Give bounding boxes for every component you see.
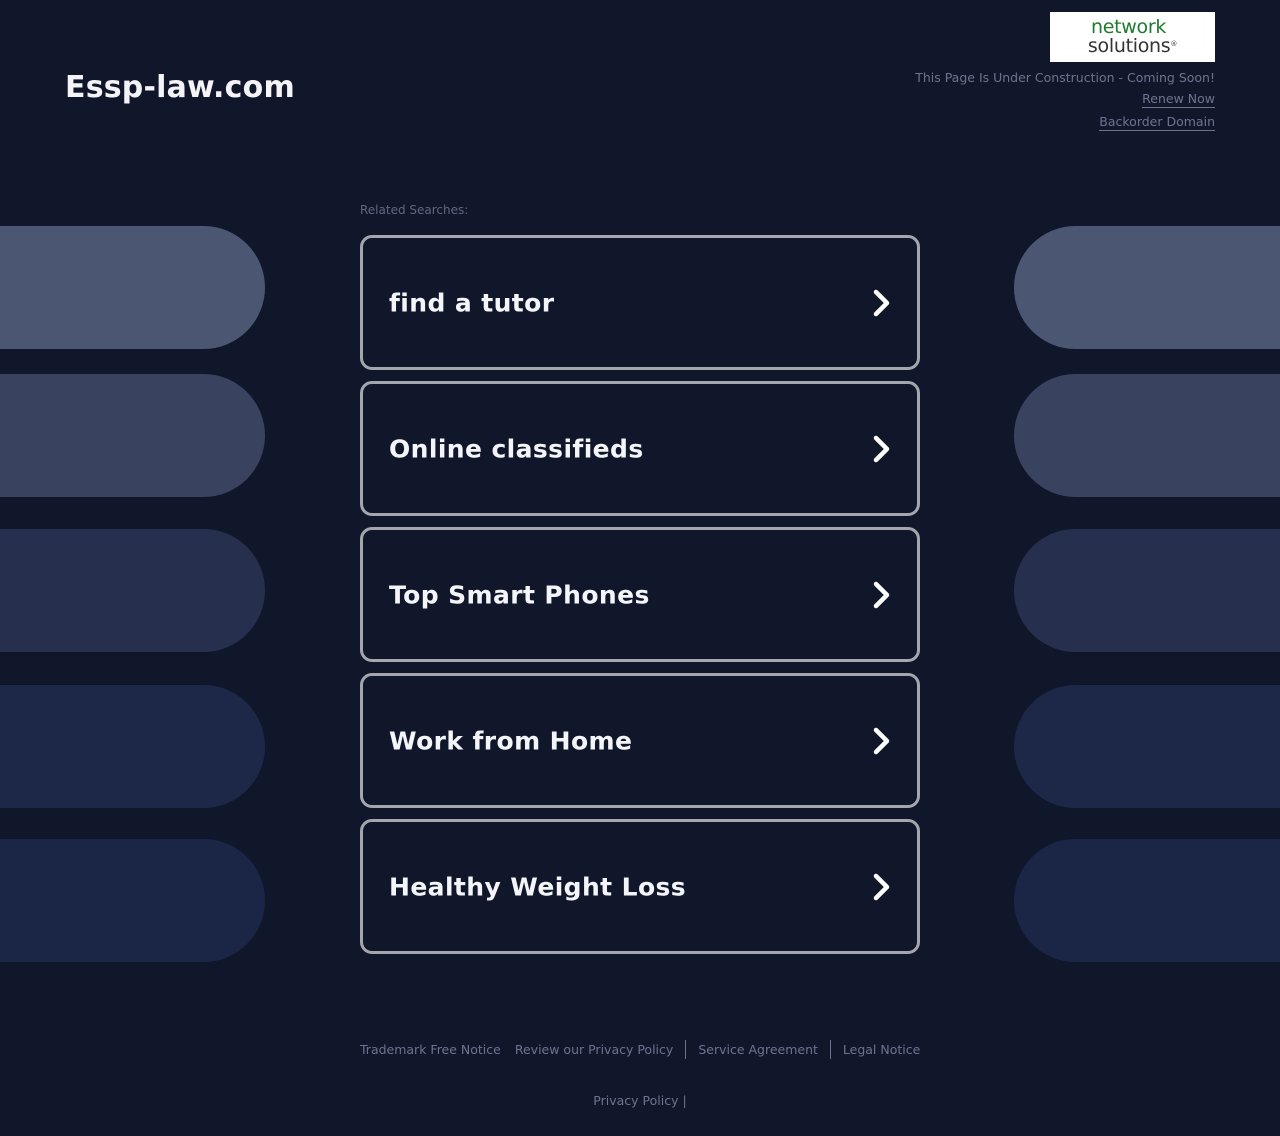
construction-notice: This Page Is Under Construction - Coming… bbox=[915, 70, 1215, 85]
service-agreement-link[interactable]: Service Agreement bbox=[698, 1042, 818, 1057]
decor-pill-left-5 bbox=[0, 839, 265, 962]
search-card-label: find a tutor bbox=[389, 288, 555, 317]
chevron-right-icon bbox=[873, 727, 890, 754]
footer-privacy: Privacy Policy | bbox=[0, 1093, 1280, 1108]
decor-pill-left-4 bbox=[0, 685, 265, 808]
search-card-label: Online classifieds bbox=[389, 434, 644, 463]
search-card-healthy-weight-loss[interactable]: Healthy Weight Loss bbox=[360, 819, 920, 954]
review-privacy-policy-link[interactable]: Review our Privacy Policy bbox=[515, 1042, 673, 1057]
footer-divider bbox=[829, 1040, 831, 1059]
chevron-right-icon bbox=[873, 873, 890, 900]
search-card-find-a-tutor[interactable]: find a tutor bbox=[360, 235, 920, 370]
search-card-label: Healthy Weight Loss bbox=[389, 872, 687, 901]
decor-pill-right-2 bbox=[1014, 374, 1280, 497]
decor-pill-left-3 bbox=[0, 529, 265, 652]
search-card-label: Work from Home bbox=[389, 726, 633, 755]
search-card-top-smart-phones[interactable]: Top Smart Phones bbox=[360, 527, 920, 662]
trademark-free-notice-link[interactable]: Trademark Free Notice bbox=[360, 1042, 501, 1057]
decor-pill-right-1 bbox=[1014, 226, 1280, 349]
logo-line-1: network bbox=[1090, 16, 1167, 38]
legal-notice-link[interactable]: Legal Notice bbox=[843, 1042, 920, 1057]
footer-links: Trademark Free Notice Review our Privacy… bbox=[360, 1040, 920, 1059]
site-title: Essp-law.com bbox=[65, 70, 295, 105]
backorder-domain-link[interactable]: Backorder Domain bbox=[1099, 114, 1215, 131]
decor-pill-right-3 bbox=[1014, 529, 1280, 652]
footer-divider bbox=[685, 1040, 687, 1059]
search-card-work-from-home[interactable]: Work from Home bbox=[360, 673, 920, 808]
decor-pill-left-2 bbox=[0, 374, 265, 497]
search-card-online-classifieds[interactable]: Online classifieds bbox=[360, 381, 920, 516]
decor-pill-right-4 bbox=[1014, 685, 1280, 808]
network-solutions-logo[interactable]: network solutions® bbox=[1050, 12, 1215, 62]
chevron-right-icon bbox=[873, 581, 890, 608]
privacy-separator: | bbox=[682, 1093, 687, 1108]
logo-line-2: solutions® bbox=[1087, 35, 1178, 57]
related-searches-label: Related Searches: bbox=[360, 203, 469, 217]
chevron-right-icon bbox=[873, 435, 890, 462]
privacy-policy-link[interactable]: Privacy Policy bbox=[593, 1093, 678, 1108]
renew-now-link[interactable]: Renew Now bbox=[1142, 91, 1215, 108]
decor-pill-left-1 bbox=[0, 226, 265, 349]
decor-pill-right-5 bbox=[1014, 839, 1280, 962]
search-card-label: Top Smart Phones bbox=[389, 580, 650, 609]
chevron-right-icon bbox=[873, 289, 890, 316]
